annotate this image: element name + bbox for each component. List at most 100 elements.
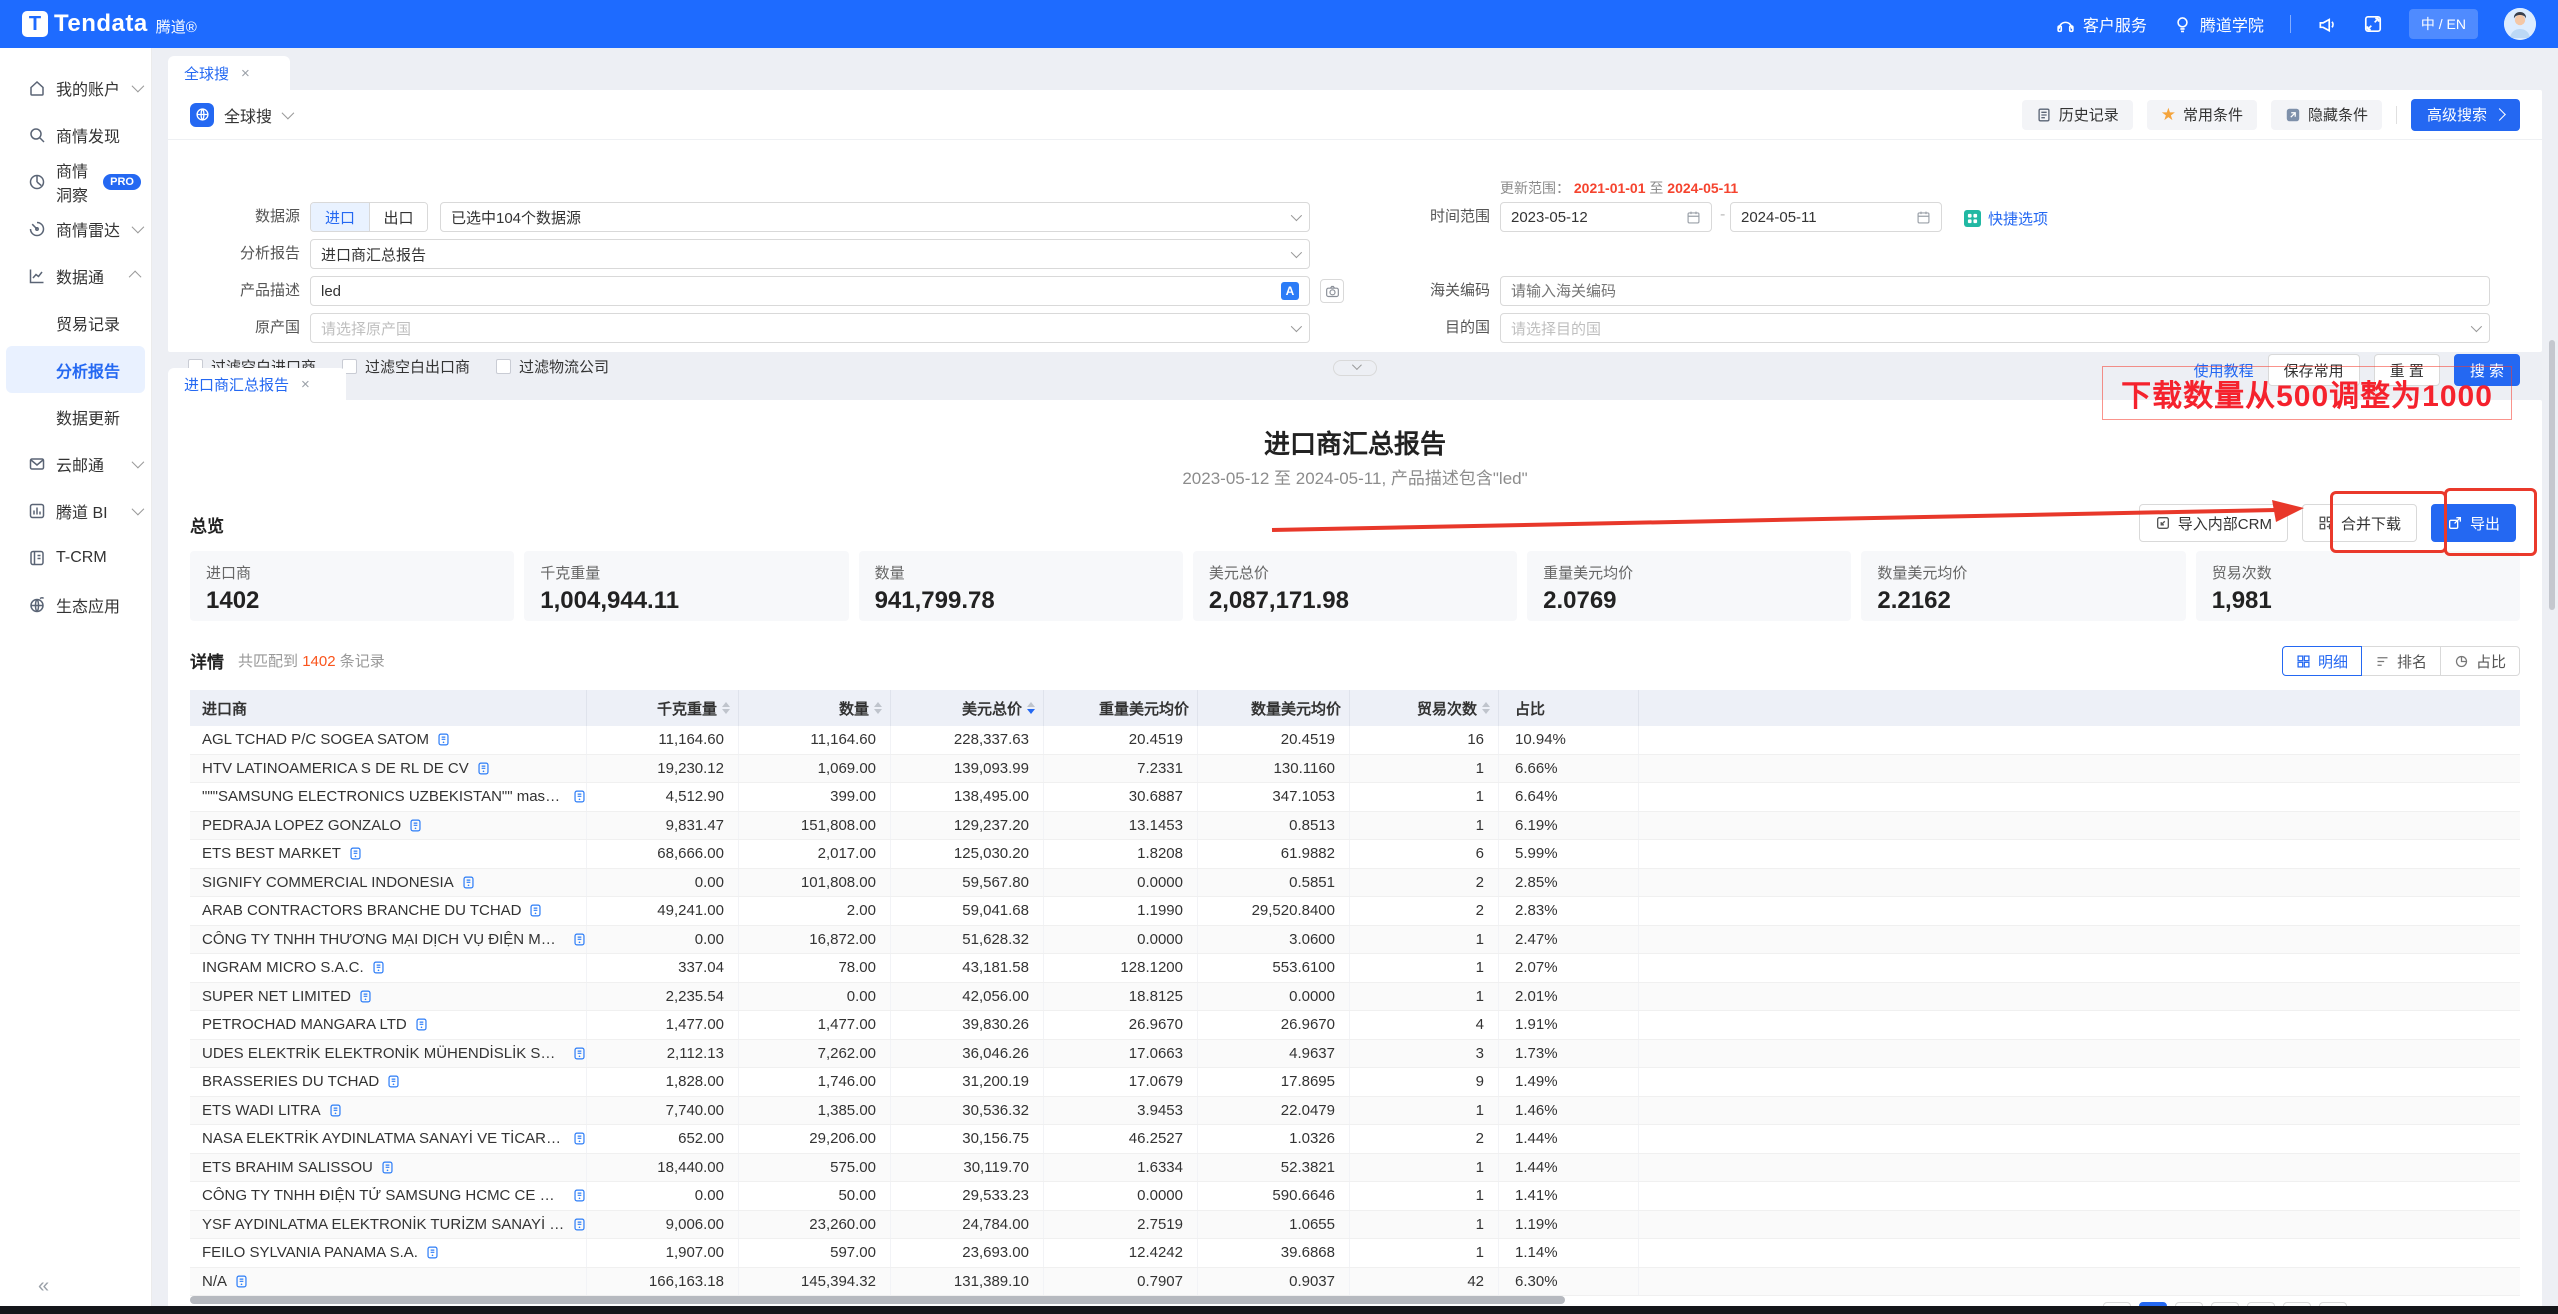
company-contact-icon[interactable] [573,1047,586,1060]
sidebar-item-radar[interactable]: 商情雷达 [0,205,151,252]
overview-stats: 进口商 1402 千克重量 1,004,944.11 数量 941,799.78… [190,551,2520,621]
datasource-select[interactable]: 已选中104个数据源 [440,202,1310,232]
translate-icon[interactable]: A [1281,282,1299,300]
usd-cell: 29,533.23 [891,1182,1044,1210]
col-header-trades[interactable]: 贸易次数 [1350,690,1499,726]
sidebar-item-tendata-bi[interactable]: 腾道 BI [0,487,151,534]
view-share-button[interactable]: 占比 [2441,646,2520,676]
stat-value: 1402 [206,587,498,615]
company-contact-icon[interactable] [573,933,586,946]
favorite-conditions-button[interactable]: ★ 常用条件 [2147,100,2257,130]
col-header-importer[interactable]: 进口商 [190,690,587,726]
import-toggle-on[interactable]: 进口 [311,203,369,231]
company-contact-icon[interactable] [372,961,385,974]
company-contact-icon[interactable] [235,1275,248,1288]
image-search-button[interactable] [1320,279,1344,303]
share-cell: 10.94% [1499,726,1639,754]
sidebar-item-eco-apps[interactable]: 生态应用 [0,581,151,628]
sort-icon[interactable] [1482,702,1490,714]
sidebar-collapse-button[interactable]: « [38,1275,49,1298]
table-row: YSF AYDINLATMA ELEKTRONİK TURİZM SANAYİ … [190,1211,2520,1240]
tab-label: 进口商汇总报告 [184,374,289,395]
close-icon[interactable]: × [241,65,250,82]
tab-global-search[interactable]: 全球搜 × [168,56,290,90]
announcement-icon[interactable] [2317,14,2337,34]
company-contact-icon[interactable] [462,876,475,889]
product-desc-input[interactable] [321,283,1273,300]
export-toggle-off[interactable]: 出口 [369,203,427,231]
origin-country-select[interactable]: 请选择原产国 [310,313,1310,343]
importer-name: SUPER NET LIMITED [202,988,351,1005]
company-contact-icon[interactable] [387,1075,400,1088]
sidebar-item-t-crm[interactable]: T-CRM [0,534,151,581]
sidebar-item-data-update[interactable]: 数据更新 [0,393,151,440]
company-contact-icon[interactable] [329,1104,342,1117]
col-header-share[interactable]: 占比 [1499,690,1639,726]
hs-code-input[interactable] [1511,283,2479,300]
sidebar-item-data-hub[interactable]: 数据通 [0,252,151,299]
close-icon[interactable]: × [301,376,310,393]
user-avatar[interactable] [2504,8,2536,40]
filter-checkbox[interactable]: 过滤物流公司 [496,356,609,377]
sidebar-item-cloud-mail[interactable]: 云邮通 [0,440,151,487]
hide-conditions-button[interactable]: 隐藏条件 [2271,100,2382,130]
company-contact-icon[interactable] [573,1218,586,1231]
company-contact-icon[interactable] [381,1161,394,1174]
col-header-kg-price[interactable]: 重量美元均价 [1044,690,1198,726]
company-contact-icon[interactable] [477,762,490,775]
company-contact-icon[interactable] [573,1189,586,1202]
col-header-usd[interactable]: 美元总价 [891,690,1044,726]
history-button[interactable]: 历史记录 [2022,100,2133,130]
checkbox-icon [496,359,511,374]
company-contact-icon[interactable] [349,847,362,860]
view-detail-button[interactable]: 明细 [2282,646,2362,676]
sidebar-item-trade-records[interactable]: 贸易记录 [0,299,151,346]
sidebar-item-my-account[interactable]: 我的账户 [0,64,151,111]
table-row: BRASSERIES DU TCHAD 1,828.00 1,746.00 31… [190,1068,2520,1097]
col-header-qty-price[interactable]: 数量美元均价 [1198,690,1350,726]
col-header-kg[interactable]: 千克重量 [587,690,739,726]
company-contact-icon[interactable] [359,990,372,1003]
date-from-input[interactable]: 2023-05-12 [1500,202,1712,232]
trades-cell: 4 [1350,1011,1499,1039]
sort-icon[interactable] [874,702,882,714]
sort-icon[interactable] [722,702,730,714]
sidebar-item-insight[interactable]: 商情洞察 PRO [0,158,151,205]
collapse-filters-button[interactable] [1333,360,1377,376]
report-type-select[interactable]: 进口商汇总报告 [310,239,1310,269]
import-crm-button[interactable]: 导入内部CRM [2139,504,2288,542]
filter-checkbox[interactable]: 过滤空白出口商 [342,356,470,377]
company-contact-icon[interactable] [426,1246,439,1259]
academy-button[interactable]: 腾道学院 [2173,12,2264,36]
company-contact-icon[interactable] [409,819,422,832]
col-header-qty[interactable]: 数量 [739,690,891,726]
tendata-logo[interactable]: T Tendata 腾道® [22,10,197,38]
fullscreen-icon[interactable] [2363,14,2383,34]
quick-options-link[interactable]: 快捷选项 [1964,208,2048,229]
tab-importer-report[interactable]: 进口商汇总报告 × [168,368,346,400]
vertical-scrollbar[interactable] [2549,340,2555,610]
company-contact-icon[interactable] [573,790,586,803]
dest-country-label: 目的国 [1370,313,1490,343]
horizontal-scrollbar[interactable] [190,1296,1565,1304]
sort-icon-active-desc[interactable] [1027,702,1035,714]
trades-cell: 16 [1350,726,1499,754]
chevron-down-icon [2471,321,2482,332]
chevron-down-icon[interactable] [282,107,295,120]
dest-country-select[interactable]: 请选择目的国 [1500,313,2490,343]
table-row: ARAB CONTRACTORS BRANCHE DU TCHAD 49,241… [190,897,2520,926]
customer-service-button[interactable]: 客户服务 [2056,12,2147,36]
advanced-search-button[interactable]: 高级搜索 [2411,99,2520,131]
date-to-input[interactable]: 2024-05-11 [1730,202,1942,232]
sidebar-item-discovery[interactable]: 商情发现 [0,111,151,158]
lightbulb-icon [2173,15,2192,34]
company-contact-icon[interactable] [415,1018,428,1031]
company-contact-icon[interactable] [437,733,450,746]
company-contact-icon[interactable] [529,904,542,917]
company-contact-icon[interactable] [573,1132,586,1145]
sidebar-item-analysis-report[interactable]: 分析报告 [6,346,145,393]
nav-divider [2290,15,2291,33]
view-rank-button[interactable]: 排名 [2362,646,2441,676]
usd-cell: 129,237.20 [891,812,1044,840]
language-switch[interactable]: 中 / EN [2409,9,2478,39]
